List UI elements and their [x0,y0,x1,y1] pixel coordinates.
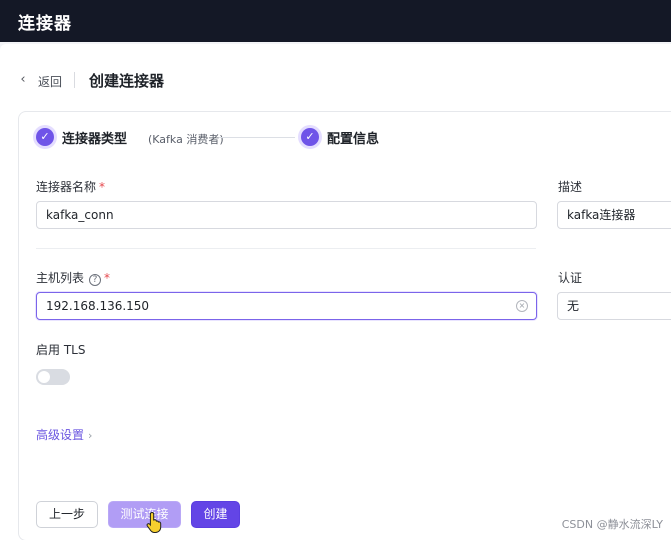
step-label: 配置信息 [327,132,380,147]
top-bar: 连接器 [0,0,671,42]
auth-select[interactable]: 无 [557,292,671,320]
breadcrumb: ‹ 返回 创建连接器 [0,44,671,114]
required-mark: * [104,271,111,285]
tls-toggle[interactable] [36,369,70,385]
step-sublabel: (Kafka 消费者) [148,133,224,146]
main-panel: ‹ 返回 创建连接器 ✓ 连接器类型 (Kafka 消费者) ✓ 配置信息 连接… [0,44,671,540]
description-input[interactable]: kafka连接器 [557,201,671,229]
check-icon: ✓ [36,128,54,146]
back-link[interactable]: 返回 [38,73,62,90]
step-label: 连接器类型 [62,132,128,147]
auth-label: 认证 [558,271,583,285]
connector-name-label-text: 连接器名称 [36,180,97,194]
app-title: 连接器 [18,14,72,34]
page-title: 创建连接器 [89,72,165,90]
toggle-knob [38,371,50,383]
host-list-label: 主机列表? * [36,269,110,286]
advanced-settings-label: 高级设置 [36,428,85,442]
clear-icon[interactable]: × [516,300,528,312]
chevron-right-icon: › [88,429,93,442]
host-list-value: 192.168.136.150 [46,299,150,313]
host-list-input[interactable]: 192.168.136.150 × [36,292,537,320]
host-list-label-text: 主机列表 [36,271,85,285]
step-config-info: ✓ 配置信息 [301,126,411,150]
connector-name-label: 连接器名称 * [36,178,105,195]
check-icon: ✓ [301,128,319,146]
breadcrumb-divider [74,72,75,88]
help-icon[interactable]: ? [89,274,102,286]
section-divider [36,248,536,249]
required-mark: * [99,180,106,194]
step-connector-type: ✓ 连接器类型 (Kafka 消费者) [36,126,226,150]
advanced-settings-link[interactable]: 高级设置 › [36,426,92,443]
create-button[interactable]: 创建 [191,501,240,528]
test-connection-button[interactable]: 测试连接 [108,501,181,528]
description-label: 描述 [558,180,583,194]
step-connector-line [219,137,295,138]
connector-name-input[interactable]: kafka_conn [36,201,537,229]
form-card: ✓ 连接器类型 (Kafka 消费者) ✓ 配置信息 连接器名称 * kafka_… [18,111,671,540]
tls-label: 启用 TLS [36,343,86,357]
previous-step-button[interactable]: 上一步 [36,501,98,528]
chevron-left-icon[interactable]: ‹ [16,73,30,87]
watermark: CSDN @静水流深LY [561,518,663,531]
